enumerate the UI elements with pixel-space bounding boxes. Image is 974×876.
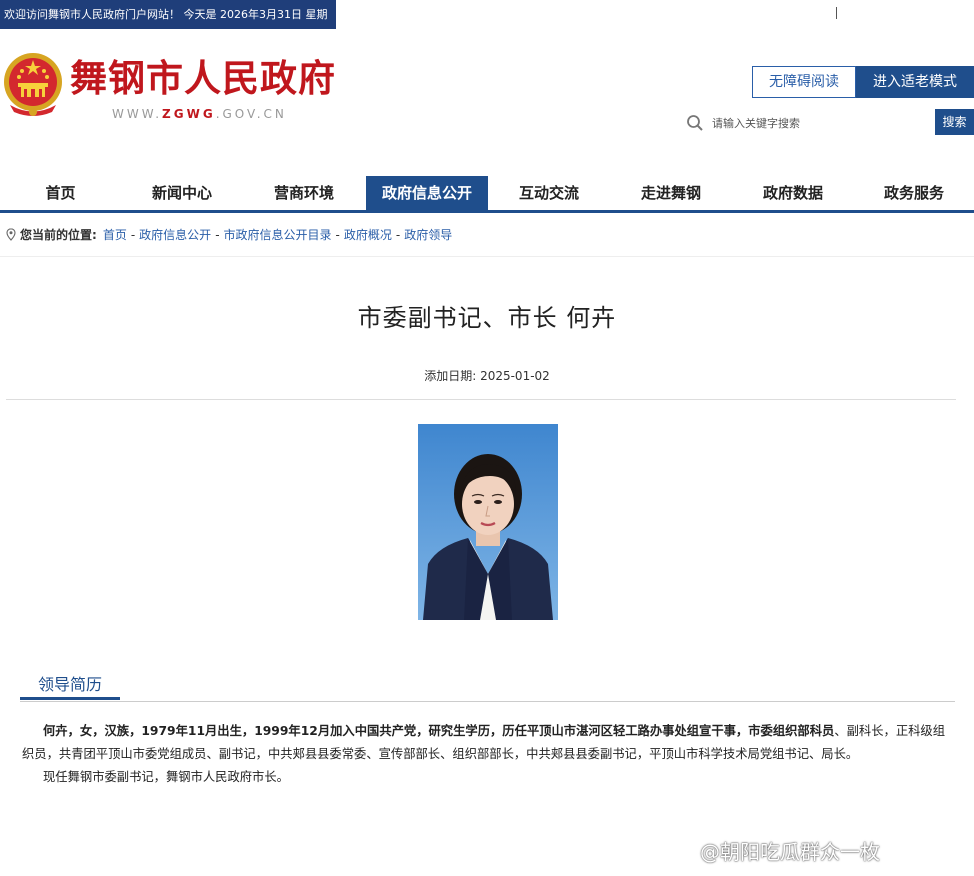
site-url-highlight: ZGWG (162, 107, 216, 121)
search-icon (687, 115, 703, 131)
site-url-suffix: .GOV.CN (215, 107, 287, 121)
article-date-line: 添加日期: 2025-01-02 (0, 367, 974, 384)
resume-divider (20, 701, 955, 702)
bio-paragraph: 何卉，女，汉族，1979年11月出生，1999年12月加入中国共产党，研究生学历… (22, 720, 947, 766)
breadcrumb: 您当前的位置: 首页 - 政府信息公开 - 市政府信息公开目录 - 政府概况 -… (6, 226, 452, 243)
date-value: 2025-01-02 (480, 369, 550, 383)
article-title: 市委副书记、市长 何卉 (357, 304, 617, 332)
breadcrumb-separator: - (335, 227, 340, 242)
breadcrumb-gov-info[interactable]: 政府信息公开 (139, 226, 211, 243)
elderly-mode-button[interactable]: 进入适老模式 (856, 66, 974, 98)
site-url: WWW.ZGWG.GOV.CN (112, 107, 287, 121)
breadcrumb-gov-leaders[interactable]: 政府领导 (404, 226, 452, 243)
leader-portrait (418, 424, 558, 620)
nav-item-gov-services[interactable]: 政务服务 (854, 176, 974, 210)
topbar-divider (836, 7, 837, 19)
breadcrumb-separator: - (130, 227, 136, 242)
nav-item-gov-info-disclosure[interactable]: 政府信息公开 (366, 176, 488, 210)
leader-bio: 何卉，女，汉族，1979年11月出生，1999年12月加入中国共产党，研究生学历… (22, 720, 947, 789)
nav-underline (0, 210, 974, 213)
bio-current-position: 现任舞钢市委副书记，舞钢市人民政府市长。 (43, 770, 289, 784)
search-input[interactable] (710, 112, 934, 134)
site-url-prefix: WWW. (112, 107, 163, 121)
bio-bold-part-1: 何卉，女，汉族，1979年11月出生，1999年12月加入中国共产党，研究生学历… (43, 724, 749, 738)
breadcrumb-gov-overview[interactable]: 政府概况 (344, 226, 392, 243)
weibo-watermark: @朝阳吃瓜群众一枚 (700, 840, 880, 864)
search-button[interactable]: 搜索 (935, 109, 974, 135)
nav-item-news[interactable]: 新闻中心 (121, 176, 243, 210)
nav-item-business-environment[interactable]: 营商环境 (243, 176, 365, 210)
breadcrumb-home[interactable]: 首页 (103, 226, 127, 243)
breadcrumb-info-catalog[interactable]: 市政府信息公开目录 (224, 226, 332, 243)
tab-leader-resume[interactable]: 领导简历 (20, 670, 120, 700)
date-label: 添加日期: (424, 369, 477, 383)
nav-item-about-wugang[interactable]: 走进舞钢 (610, 176, 732, 210)
breadcrumb-label: 您当前的位置: (20, 228, 97, 242)
nav-item-gov-data[interactable]: 政府数据 (732, 176, 854, 210)
main-nav: 首页 新闻中心 营商环境 政府信息公开 互动交流 走进舞钢 政府数据 政务服务 (0, 176, 974, 214)
bio-bold-part-2: 市委组织部科员 (748, 724, 835, 738)
breadcrumb-separator: - (395, 227, 401, 242)
article-divider (6, 399, 956, 400)
national-emblem-logo (4, 53, 62, 116)
accessible-reading-button[interactable]: 无障碍阅读 (752, 66, 856, 98)
site-title: 舞钢市人民政府 (70, 56, 336, 100)
breadcrumb-separator: - (215, 227, 220, 242)
welcome-banner: 欢迎访问舞钢市人民政府门户网站！ 今天是 2026年3月31日 星期 (0, 0, 336, 29)
nav-item-interaction[interactable]: 互动交流 (488, 176, 610, 210)
nav-item-home[interactable]: 首页 (0, 176, 121, 210)
location-pin-icon (6, 228, 16, 241)
breadcrumb-divider (0, 256, 974, 257)
